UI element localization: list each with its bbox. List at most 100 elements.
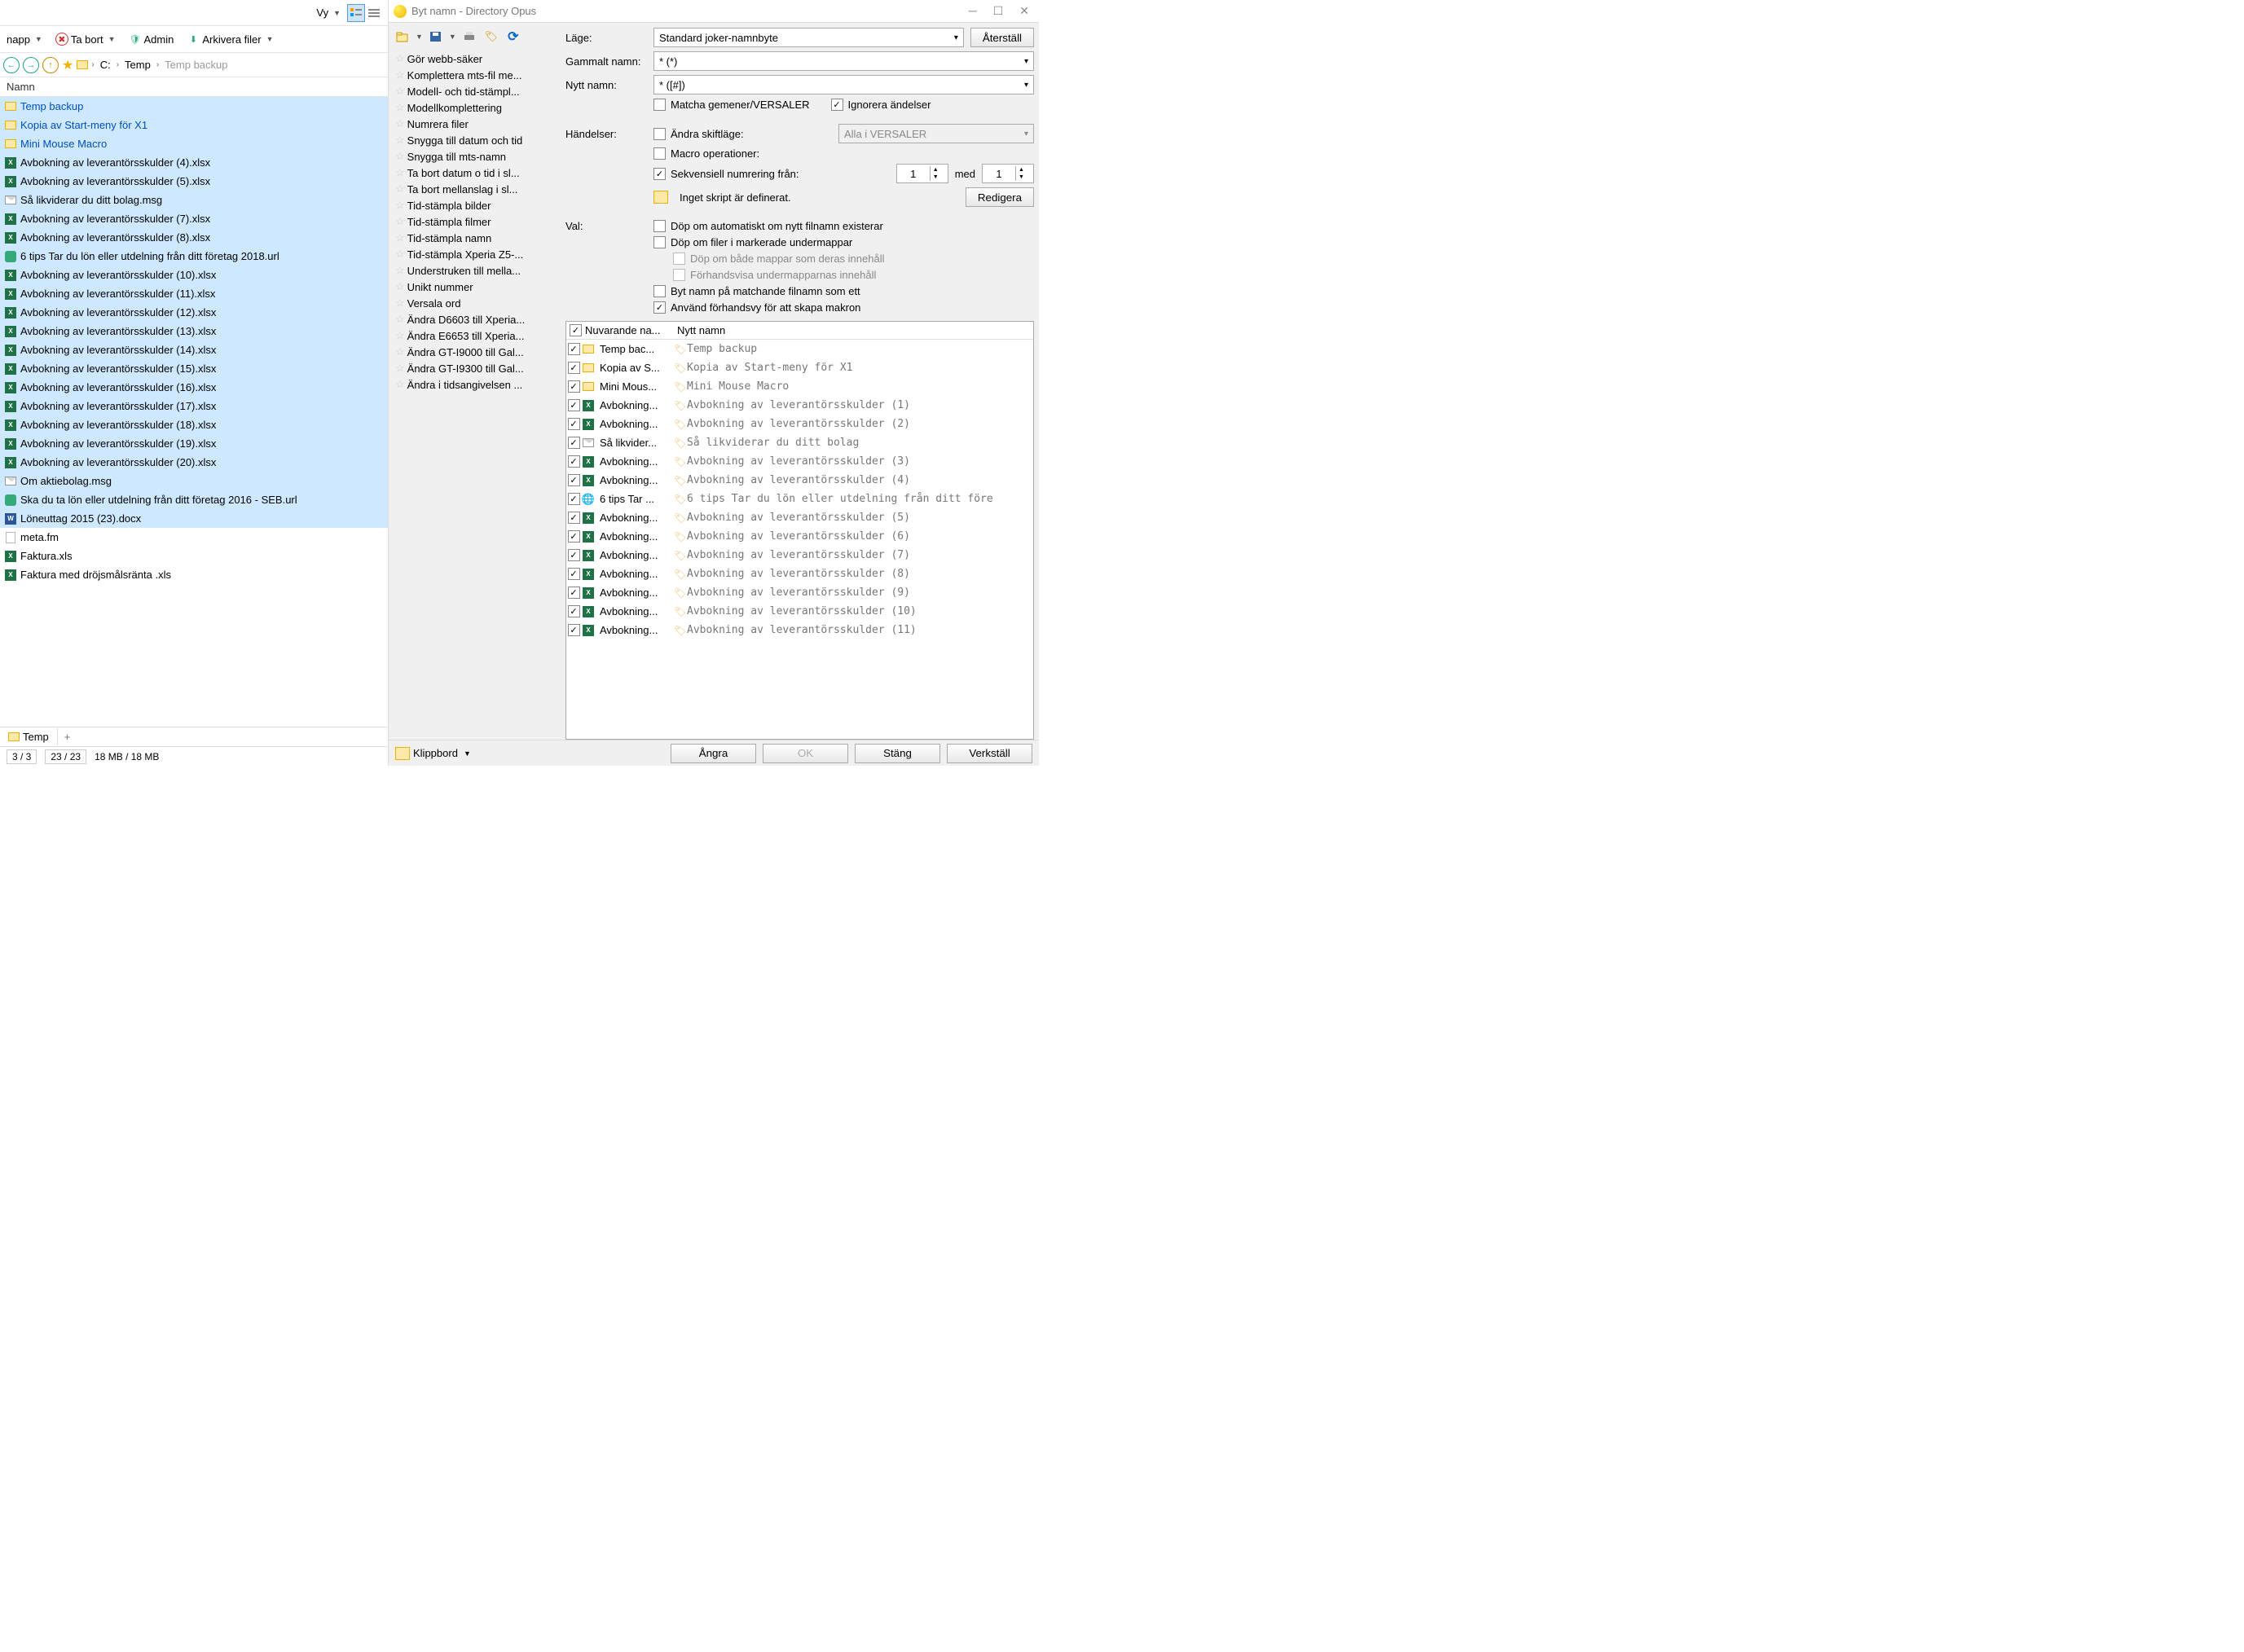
preview-header-new[interactable]: Nytt namn [674, 322, 1033, 339]
file-row[interactable]: XAvbokning av leverantörsskulder (4).xls… [0, 153, 388, 172]
admin-button[interactable]: 🛡Admin [125, 30, 178, 48]
preset-item[interactable]: ☆Ändra GT-I9000 till Gal... [394, 344, 561, 360]
preview-row[interactable]: XAvbokning...🏷Avbokning av leverantörssk… [566, 602, 1033, 621]
change-case-checkbox[interactable]: Ändra skiftläge: [653, 128, 744, 140]
apply-button[interactable]: Verkställ [947, 744, 1032, 763]
title-bar[interactable]: Byt namn - Directory Opus ─ ☐ ✕ [389, 0, 1039, 23]
archive-button[interactable]: ⬇Arkivera filer▼ [183, 30, 276, 48]
file-row[interactable]: meta.fm [0, 528, 388, 547]
column-header-name[interactable]: Namn [0, 77, 388, 97]
macro-checkbox[interactable]: Macro operationer: [653, 147, 759, 160]
preview-row[interactable]: XAvbokning...🏷Avbokning av leverantörssk… [566, 415, 1033, 433]
file-row[interactable]: WLöneuttag 2015 (23).docx [0, 509, 388, 528]
row-checkbox[interactable] [568, 549, 580, 561]
view-details-icon[interactable] [365, 4, 383, 22]
refresh-icon[interactable]: ⟳ [504, 28, 522, 46]
print-icon[interactable] [460, 28, 478, 46]
preset-item[interactable]: ☆Ändra GT-I9300 till Gal... [394, 360, 561, 376]
preset-item[interactable]: ☆Tid-stämpla namn [394, 230, 561, 246]
napp-button[interactable]: napp▼ [3, 31, 46, 48]
preset-item[interactable]: ☆Ta bort datum o tid i sl... [394, 165, 561, 181]
preset-item[interactable]: ☆Modellkomplettering [394, 99, 561, 116]
star-icon[interactable]: ☆ [395, 215, 405, 228]
preset-item[interactable]: ☆Ta bort mellanslag i sl... [394, 181, 561, 197]
subfolders-checkbox[interactable]: Döp om filer i markerade undermappar [653, 236, 852, 248]
row-checkbox[interactable] [568, 455, 580, 468]
preset-item[interactable]: ☆Modell- och tid-stämpl... [394, 83, 561, 99]
preview-body[interactable]: Temp bac...🏷Temp backupKopia av S...🏷Kop… [566, 340, 1033, 739]
star-icon[interactable]: ☆ [395, 101, 405, 114]
preview-row[interactable]: XAvbokning...🏷Avbokning av leverantörssk… [566, 583, 1033, 602]
tag-icon[interactable]: 🏷 [482, 28, 500, 46]
maximize-icon[interactable]: ☐ [993, 4, 1004, 18]
star-icon[interactable]: ☆ [395, 150, 405, 163]
star-icon[interactable]: ☆ [395, 248, 405, 261]
preset-item[interactable]: ☆Gör webb-säker [394, 51, 561, 67]
file-row[interactable]: XAvbokning av leverantörsskulder (5).xls… [0, 172, 388, 191]
star-icon[interactable]: ☆ [395, 345, 405, 358]
star-icon[interactable]: ☆ [395, 199, 405, 212]
preview-row[interactable]: Temp bac...🏷Temp backup [566, 340, 1033, 358]
star-icon[interactable]: ☆ [395, 362, 405, 375]
match-case-checkbox[interactable]: Matcha gemener/VERSALER [653, 99, 810, 111]
preview-row[interactable]: Mini Mous...🏷Mini Mouse Macro [566, 377, 1033, 396]
preview-row[interactable]: XAvbokning...🏷Avbokning av leverantörssk… [566, 396, 1033, 415]
old-name-input[interactable]: * (*)▾ [653, 51, 1034, 71]
row-checkbox[interactable] [568, 624, 580, 636]
row-checkbox[interactable] [568, 399, 580, 411]
ok-button[interactable]: OK [763, 744, 848, 763]
star-icon[interactable]: ☆ [395, 378, 405, 391]
file-row[interactable]: Mini Mouse Macro [0, 134, 388, 153]
row-checkbox[interactable] [568, 437, 580, 449]
nav-up-icon[interactable]: ↑ [42, 57, 59, 73]
preset-list[interactable]: ☆Gör webb-säker☆Komplettera mts-fil me..… [394, 51, 561, 740]
edit-script-button[interactable]: Redigera [966, 187, 1034, 207]
preview-row[interactable]: XAvbokning...🏷Avbokning av leverantörssk… [566, 471, 1033, 490]
minimize-icon[interactable]: ─ [969, 4, 977, 18]
row-checkbox[interactable] [568, 474, 580, 486]
preview-row[interactable]: Så likvider...🏷Så likviderar du ditt bol… [566, 433, 1033, 452]
preset-item[interactable]: ☆Tid-stämpla Xperia Z5-... [394, 246, 561, 262]
star-icon[interactable]: ☆ [395, 68, 405, 81]
preset-item[interactable]: ☆Tid-stämpla bilder [394, 197, 561, 213]
delete-button[interactable]: ✖Ta bort▼ [52, 30, 119, 48]
preview-row[interactable]: XAvbokning...🏷Avbokning av leverantörssk… [566, 546, 1033, 565]
preview-row[interactable]: XAvbokning...🏷Avbokning av leverantörssk… [566, 527, 1033, 546]
preset-item[interactable]: ☆Versala ord [394, 295, 561, 311]
file-row[interactable]: XAvbokning av leverantörsskulder (7).xls… [0, 209, 388, 228]
star-icon[interactable]: ☆ [395, 182, 405, 196]
file-row[interactable]: Temp backup [0, 97, 388, 116]
row-checkbox[interactable] [568, 587, 580, 599]
preset-item[interactable]: ☆Tid-stämpla filmer [394, 213, 561, 230]
star-icon[interactable]: ☆ [395, 264, 405, 277]
file-row[interactable]: XAvbokning av leverantörsskulder (11).xl… [0, 284, 388, 303]
file-row[interactable]: Kopia av Start-meny för X1 [0, 116, 388, 134]
new-name-input[interactable]: * ([#])▾ [653, 75, 1034, 94]
bc-temp[interactable]: Temp [122, 57, 153, 72]
seq-checkbox[interactable]: Sekvensiell numrering från: [653, 168, 799, 180]
ignore-ext-checkbox[interactable]: Ignorera ändelser [831, 99, 931, 111]
row-checkbox[interactable] [568, 530, 580, 543]
file-row[interactable]: XFaktura.xls [0, 547, 388, 565]
preset-item[interactable]: ☆Komplettera mts-fil me... [394, 67, 561, 83]
preview-row[interactable]: XAvbokning...🏷Avbokning av leverantörssk… [566, 452, 1033, 471]
preset-item[interactable]: ☆Ändra D6603 till Xperia... [394, 311, 561, 327]
file-row[interactable]: XAvbokning av leverantörsskulder (8).xls… [0, 228, 388, 247]
preset-item[interactable]: ☆Ändra E6653 till Xperia... [394, 327, 561, 344]
preset-item[interactable]: ☆Snygga till datum och tid [394, 132, 561, 148]
star-icon[interactable]: ☆ [395, 280, 405, 293]
bc-c[interactable]: C: [98, 57, 113, 72]
macro-preview-checkbox[interactable]: Använd förhandsvy för att skapa makron [653, 301, 860, 314]
file-row[interactable]: XAvbokning av leverantörsskulder (17).xl… [0, 397, 388, 415]
close-button[interactable]: Stäng [855, 744, 940, 763]
preview-row[interactable]: Kopia av S...🏷Kopia av Start-meny för X1 [566, 358, 1033, 377]
preset-item[interactable]: ☆Understruken till mella... [394, 262, 561, 279]
tab-add[interactable]: + [58, 728, 77, 745]
close-icon[interactable]: ✕ [1019, 4, 1029, 18]
star-icon[interactable]: ☆ [395, 85, 405, 98]
clipboard-menu[interactable]: Klippbord▼ [395, 747, 471, 760]
preview-header-old[interactable]: Nuvarande na... [566, 322, 674, 339]
preset-item[interactable]: ☆Unikt nummer [394, 279, 561, 295]
file-row[interactable]: XAvbokning av leverantörsskulder (16).xl… [0, 378, 388, 397]
star-icon[interactable]: ☆ [395, 134, 405, 147]
